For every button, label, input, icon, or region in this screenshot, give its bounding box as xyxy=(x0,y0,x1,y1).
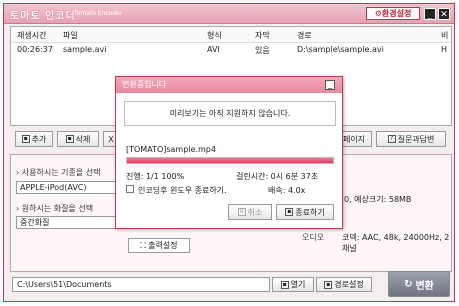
app-subtitle: Tomato Encoder xyxy=(74,10,123,17)
file-list-header: 재생시간 파일 형식 자막 경로 비 xyxy=(11,27,451,43)
progress-fill xyxy=(127,158,333,163)
output-filename: [TOMATO]sample.mp4 xyxy=(126,145,216,154)
folder-settings-icon: ▪ xyxy=(324,280,333,289)
settings-button[interactable]: ⚙ 환경설정 xyxy=(366,7,420,20)
delete-button[interactable]: ▪ 삭제 xyxy=(57,131,99,147)
cancel-icon: × xyxy=(237,208,246,216)
exit-icon: ▪ xyxy=(285,208,294,216)
column-header-file[interactable]: 파일 xyxy=(63,30,78,41)
shutdown-label: 인코딩후 윈도우 종료하기. xyxy=(138,186,227,195)
column-header-subtitle[interactable]: 자막 xyxy=(255,30,270,41)
column-header-extra[interactable]: 비 xyxy=(441,30,448,41)
preview-message: 미리보기는 아직 지원하지 않습니다. xyxy=(124,101,336,126)
add-button[interactable]: ▪ 추가 xyxy=(15,131,53,147)
column-header-path[interactable]: 경로 xyxy=(297,30,312,41)
minimize-button[interactable]: _ xyxy=(424,8,436,20)
output-settings-label: 출력설정 xyxy=(148,241,178,250)
dialog-title: 변환중입니다 xyxy=(116,77,342,93)
encoding-dialog: 변환중입니다 _ 미리보기는 아직 지원하지 않습니다. [TOMATO]sam… xyxy=(115,76,343,229)
gear-icon: ⚙ xyxy=(374,9,382,18)
close-dialog-button[interactable]: ▪ 종료하기 xyxy=(276,204,334,220)
output-settings-button[interactable]: ⛶ 출력설정 xyxy=(128,238,190,253)
refresh-icon: ↻ xyxy=(404,278,413,290)
column-header-time[interactable]: 재생시간 xyxy=(17,30,46,41)
cell-file: sample.avi xyxy=(63,45,107,54)
audio-info: 코덱: AAC, 48k, 24000Hz, 2 채널 xyxy=(342,233,450,253)
convert-button[interactable]: ↻ 변환 xyxy=(388,271,450,297)
delete-icon: ▪ xyxy=(65,135,74,143)
progress-bar xyxy=(126,157,334,164)
progress-text: 진행: 1/1 100% xyxy=(126,172,185,181)
folder-icon: ▪ xyxy=(280,280,289,289)
add-icon: ▪ xyxy=(21,135,30,143)
column-header-format[interactable]: 형식 xyxy=(207,30,222,41)
dialog-minimize-button[interactable]: _ xyxy=(325,80,335,90)
quality-label: › 원하시는 화질을 선택 xyxy=(16,204,94,213)
cell-subtitle: 있음 xyxy=(255,46,270,55)
table-row[interactable]: 00:26:37 sample.avi AVI 있음 D:\sample\sam… xyxy=(11,43,451,57)
cell-format: AVI xyxy=(207,45,220,54)
cell-time: 00:26:37 xyxy=(17,45,53,54)
cell-extra: H xyxy=(441,45,448,54)
quality-label-text: 원하시는 화질을 선택 xyxy=(21,204,94,213)
app-title: 토마토 인코더 xyxy=(10,11,76,22)
cancel-button[interactable]: × 취소 xyxy=(228,204,272,220)
title-bar: 토마토 인코더 Tomato Encoder ⚙ 환경설정 _ ✕ xyxy=(4,4,454,24)
toolbar-x-label: X xyxy=(108,134,114,144)
close-dialog-label: 종료하기 xyxy=(295,207,325,217)
path-settings-button[interactable]: ▪ 경로설정 xyxy=(316,277,372,292)
audio-tag: 오디오 xyxy=(302,233,325,242)
open-label: 열기 xyxy=(290,280,306,289)
convert-label: 변환 xyxy=(415,280,434,292)
question-icon: ? xyxy=(387,135,396,143)
delete-label: 삭제 xyxy=(75,134,91,144)
cancel-label: 취소 xyxy=(247,207,263,217)
close-button[interactable]: ✕ xyxy=(438,8,450,20)
size-info: 0, 예상크기: 58MB xyxy=(344,195,412,204)
device-label-text: 사용하시는 기종을 선택 xyxy=(21,168,101,177)
faq-button[interactable]: ? 질문과답변 xyxy=(376,131,446,147)
shutdown-checkbox[interactable] xyxy=(126,185,134,193)
faq-label: 질문과답변 xyxy=(397,134,435,144)
cell-path: D:\sample\sample.avi xyxy=(297,45,384,54)
output-path-field[interactable]: C:\Users\51\Documents xyxy=(12,277,270,292)
page-label: 페이지 xyxy=(342,134,366,144)
output-icon: ⛶ xyxy=(140,240,147,250)
device-select[interactable]: APPLE-iPod(AVC) xyxy=(16,181,116,194)
quality-select[interactable]: 중간화질 xyxy=(16,216,116,229)
settings-label: 환경설정 xyxy=(381,9,412,18)
open-button[interactable]: ▪ 열기 xyxy=(272,277,314,292)
add-label: 추가 xyxy=(31,134,47,144)
path-settings-label: 경로설정 xyxy=(334,280,364,289)
device-label: › 사용하시는 기종을 선택 xyxy=(16,168,101,177)
elapsed-time: 걸린시간: 0시 6분 37초 xyxy=(236,172,319,181)
speed-text: 배속: 4.0x xyxy=(268,186,306,195)
